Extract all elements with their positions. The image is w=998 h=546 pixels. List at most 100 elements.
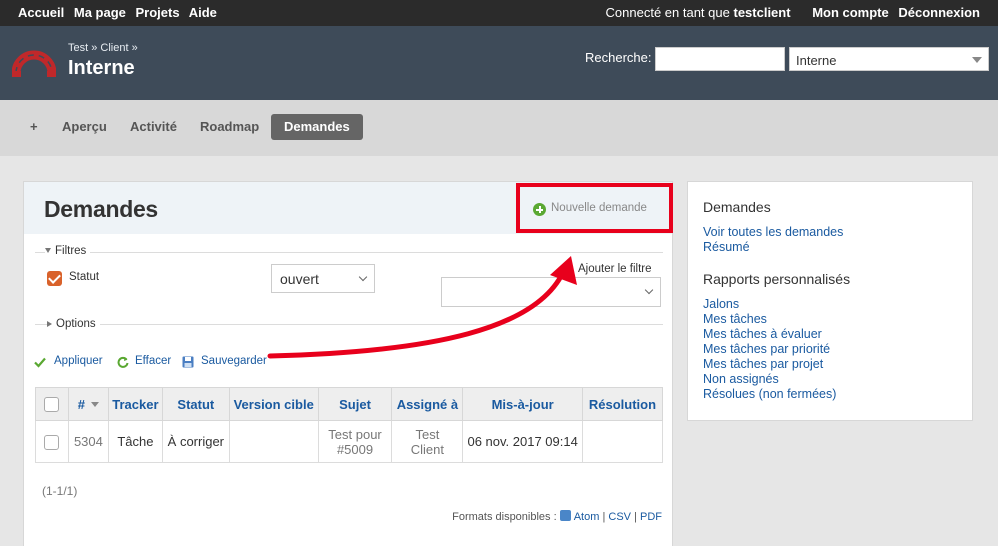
- issues-table: # Tracker Statut Version cible Sujet Ass…: [35, 387, 664, 463]
- sidebar-link-report[interactable]: Mes tâches par priorité: [703, 342, 830, 356]
- reload-icon: [117, 356, 129, 368]
- chevron-down-icon: [644, 285, 654, 295]
- select-all-cell: [35, 387, 69, 421]
- save-query-link[interactable]: Sauvegarder: [201, 355, 267, 367]
- top-menu: Accueil Ma page Projets Aide Connecté en…: [0, 0, 998, 26]
- new-issue-label: Nouvelle demande: [551, 202, 647, 214]
- column-header-status[interactable]: Statut: [161, 387, 230, 421]
- top-menu-projects[interactable]: Projets: [136, 5, 180, 20]
- my-account-link[interactable]: Mon compte: [812, 5, 889, 20]
- column-header-subject[interactable]: Sujet: [317, 387, 393, 421]
- sidebar-link-report[interactable]: Mes tâches à évaluer: [703, 327, 822, 341]
- sidebar-reports-title: Rapports personnalisés: [703, 271, 851, 287]
- issue-assignee[interactable]: Test Client: [391, 420, 464, 463]
- top-menu-home[interactable]: Accueil: [18, 5, 64, 20]
- search-input[interactable]: [655, 47, 785, 71]
- redmine-logo-icon: [12, 50, 56, 77]
- sidebar-link-all-issues[interactable]: Voir toutes les demandes: [703, 225, 843, 239]
- top-menu-help[interactable]: Aide: [189, 5, 217, 20]
- tab-roadmap[interactable]: Roadmap: [200, 114, 259, 140]
- logged-user[interactable]: testclient: [733, 5, 790, 20]
- issue-version: [228, 420, 319, 463]
- header: Test » Client » Interne Recherche: Inter…: [0, 26, 998, 100]
- table-header-row: # Tracker Statut Version cible Sujet Ass…: [35, 387, 664, 421]
- expand-icon: [47, 321, 52, 327]
- status-filter-checkbox[interactable]: [47, 271, 62, 286]
- issue-status: À corriger: [161, 420, 230, 463]
- select-all-checkbox[interactable]: [44, 397, 60, 413]
- save-icon: [182, 356, 194, 368]
- feed-icon: [559, 510, 571, 521]
- status-operator-select[interactable]: ouvert: [271, 264, 375, 293]
- sidebar: Demandes Voir toutes les demandes Résumé…: [687, 181, 973, 421]
- sort-desc-icon: [91, 401, 100, 407]
- tab-overview[interactable]: Aperçu: [62, 114, 107, 140]
- breadcrumb[interactable]: Test » Client »: [68, 42, 138, 54]
- tab-activity[interactable]: Activité: [130, 114, 177, 140]
- table-row[interactable]: 5304 Tâche À corriger Test pour #5009 Tes…: [35, 420, 664, 463]
- search-label: Recherche:: [585, 50, 652, 65]
- options-divider: [35, 324, 663, 325]
- column-header-id[interactable]: #: [67, 387, 109, 421]
- issue-subject[interactable]: Test pour #5009: [317, 420, 393, 463]
- issue-subject-line-1: Test pour: [328, 426, 382, 442]
- pagination: (1-1/1): [42, 484, 78, 498]
- column-header-resolution[interactable]: Résolution: [581, 387, 664, 421]
- project-jump-value: Interne: [796, 53, 837, 68]
- logout-link[interactable]: Déconnexion: [898, 5, 980, 20]
- add-icon: [533, 203, 546, 216]
- column-header-assignee[interactable]: Assigné à: [391, 387, 464, 421]
- chevron-down-icon: [972, 57, 982, 63]
- issue-id[interactable]: 5304: [67, 420, 109, 463]
- column-header-updated[interactable]: Mis-à-jour: [462, 387, 583, 421]
- sidebar-issues-title: Demandes: [703, 199, 771, 215]
- main-menu: + Aperçu Activité Roadmap Demandes: [0, 100, 998, 156]
- filters-legend-label: Filtres: [55, 245, 87, 257]
- row-checkbox[interactable]: [44, 434, 60, 450]
- project-title: Interne: [68, 57, 135, 79]
- issue-updated: 06 nov. 2017 09:14: [462, 420, 583, 463]
- top-menu-left: Accueil Ma page Projets Aide: [18, 5, 223, 20]
- filters-legend[interactable]: Filtres: [45, 245, 91, 257]
- content: Demandes Nouvelle demande Filtres Statut…: [23, 181, 673, 546]
- sidebar-link-report[interactable]: Résolues (non fermées): [703, 387, 836, 401]
- filters-divider: [35, 252, 663, 253]
- formats-label: Formats disponibles :: [452, 511, 557, 523]
- page-title: Demandes: [44, 196, 158, 222]
- checkmark-icon: [34, 357, 46, 368]
- status-operator-value: ouvert: [280, 271, 319, 287]
- issue-assignee-line-1: Test: [415, 426, 440, 442]
- clear-link[interactable]: Effacer: [135, 355, 171, 367]
- issue-resolution: [581, 420, 664, 463]
- top-menu-my-page[interactable]: Ma page: [74, 5, 126, 20]
- row-select-cell: [35, 420, 69, 463]
- sidebar-link-report[interactable]: Mes tâches: [703, 312, 767, 326]
- tab-issues[interactable]: Demandes: [271, 114, 363, 140]
- csv-link[interactable]: CSV: [608, 511, 631, 523]
- add-filter-label: Ajouter le filtre: [578, 263, 652, 275]
- issue-subject-line-2: #5009: [336, 441, 374, 457]
- column-header-id-label: #: [77, 396, 86, 412]
- column-header-version[interactable]: Version cible: [228, 387, 319, 421]
- status-filter-label: Statut: [69, 271, 100, 283]
- tab-new-object[interactable]: +: [30, 114, 38, 140]
- column-header-tracker[interactable]: Tracker: [107, 387, 163, 421]
- atom-link[interactable]: Atom: [574, 511, 600, 523]
- sidebar-link-report[interactable]: Mes tâches par projet: [703, 357, 823, 371]
- add-filter-select[interactable]: [441, 277, 661, 307]
- sidebar-link-report[interactable]: Jalons: [703, 297, 739, 311]
- export-formats: Formats disponibles : Atom | CSV | PDF: [452, 510, 662, 523]
- project-jump-select[interactable]: Interne: [789, 47, 989, 71]
- issue-tracker: Tâche: [107, 420, 163, 463]
- apply-link[interactable]: Appliquer: [54, 355, 103, 367]
- logged-as: Connecté en tant que testclient: [606, 5, 791, 20]
- options-legend-label: Options: [56, 318, 96, 330]
- collapse-icon: [45, 248, 51, 253]
- pdf-link[interactable]: PDF: [640, 511, 662, 523]
- issue-assignee-line-2: Client: [410, 441, 445, 457]
- sidebar-link-report[interactable]: Non assignés: [703, 372, 779, 386]
- sidebar-link-summary[interactable]: Résumé: [703, 240, 750, 254]
- options-legend[interactable]: Options: [47, 318, 100, 330]
- account-menu: Connecté en tant que testclient Mon comp…: [606, 5, 980, 20]
- new-issue-button[interactable]: Nouvelle demande: [516, 183, 673, 233]
